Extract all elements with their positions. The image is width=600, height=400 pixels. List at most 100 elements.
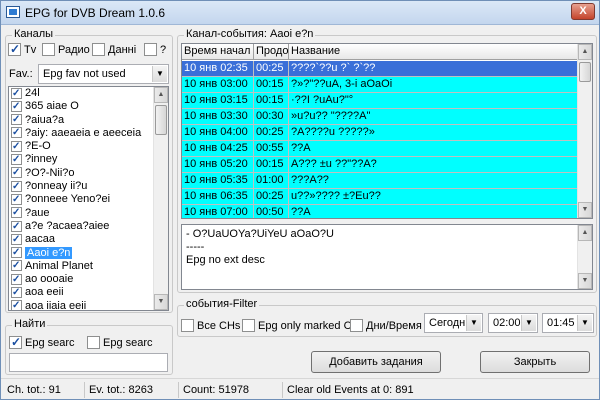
channel-checkbox[interactable] [11,166,22,179]
event-description[interactable]: - O?UaUOYa?UiYeU aOaO?U ----- Epg no ext… [181,224,593,290]
close-button[interactable]: Закрыть [480,351,590,373]
day-select[interactable]: Сегодн ▼ [424,313,483,333]
channel-list-item[interactable]: 24l [9,87,155,100]
checkbox-box[interactable] [9,335,22,349]
event-row[interactable]: 10 янв 03:15 00:15 ·??I ?uAu?"° [182,93,578,109]
channel-checkbox[interactable] [11,87,22,100]
channel-list-item[interactable]: ?aue [9,206,155,220]
channel-checkbox[interactable] [11,113,22,126]
chevron-down-icon[interactable]: ▼ [521,315,536,331]
event-row[interactable]: 10 янв 04:00 00:25 ?A????u ?????» [182,125,578,141]
channel-checkbox[interactable] [11,193,22,206]
checkbox-box[interactable] [144,43,157,56]
app-icon [6,6,20,18]
channel-checkbox[interactable] [11,233,22,246]
days-time-checkbox[interactable]: Дни/Время [350,319,422,332]
scroll-up-icon[interactable]: ▲ [578,44,592,60]
checkbox-box[interactable] [92,43,105,56]
channel-label: aoa eeii [25,286,64,299]
channel-list-item[interactable]: aacaa [9,233,155,246]
add-tasks-button[interactable]: Добавить задания [311,351,441,373]
scroll-thumb[interactable] [579,62,591,82]
description-line: - O?UaUOYa?UiYeU aOaO?U [186,228,334,240]
event-row[interactable]: 10 янв 04:25 00:55 ??A [182,141,578,157]
checkbox-box[interactable] [87,336,100,349]
event-row[interactable]: 10 янв 06:35 00:25 u??»???? ±?Eu?? [182,189,578,205]
time-to-select[interactable]: 01:45 ▼ [542,313,594,333]
epg-search-option-2[interactable]: Epg searc [87,336,153,349]
scroll-thumb[interactable] [155,105,167,135]
channel-list-item[interactable]: ao oooaie [9,273,155,286]
chevron-down-icon[interactable]: ▼ [577,315,592,331]
event-start-cell: 10 янв 04:25 [182,141,254,156]
channel-checkbox[interactable] [11,259,22,272]
fav-select[interactable]: Epg fav not used ▼ [38,64,169,84]
chevron-down-icon[interactable]: ▼ [466,315,481,331]
events-grid-scrollbar[interactable]: ▲ ▼ [577,44,592,218]
event-row[interactable]: 10 янв 03:30 00:30 »u?u?? "????A" [182,109,578,125]
channel-checkbox[interactable] [11,299,22,310]
channel-list[interactable]: 24l365 aiae O?aiua?a?aiy: aaeaeia e aeec… [8,86,169,311]
channel-checkbox[interactable] [11,273,22,286]
channel-list-item[interactable]: ?O?-Nii?o [9,166,155,180]
event-row[interactable]: 10 янв 07:00 00:50 ??A [182,205,578,218]
channel-checkbox[interactable] [11,126,22,139]
channel-list-item[interactable]: Animal Planet [9,259,155,273]
checkbox-box[interactable] [350,319,363,332]
channel-list-item[interactable]: ?E-O [9,140,155,153]
time-from-select[interactable]: 02:00 ▼ [488,313,538,333]
column-header-start[interactable]: Время начал [182,44,254,60]
channel-list-item[interactable]: ?inney [9,153,155,166]
scroll-down-icon[interactable]: ▼ [578,202,592,218]
channel-checkbox[interactable] [11,153,22,166]
channel-list-item[interactable]: ?aiy: aaeaeia e aeeceia [9,126,155,140]
event-row[interactable]: 10 янв 05:20 00:15 A??? ±u ??"??A? [182,157,578,173]
event-name-cell: u??»???? ±?Eu?? [289,189,578,204]
filter-radio-checkbox[interactable]: Радио [42,43,90,56]
channel-checkbox[interactable] [11,286,22,299]
channel-list-item[interactable]: Aaoi e?n [9,246,155,260]
description-scrollbar[interactable]: ▲ ▼ [577,225,592,289]
checkbox-box[interactable] [42,43,55,56]
scroll-up-icon[interactable]: ▲ [154,87,168,103]
scroll-down-icon[interactable]: ▼ [154,294,168,310]
scroll-up-icon[interactable]: ▲ [578,225,592,241]
channel-list-item[interactable]: ?aiua?a [9,113,155,127]
filter-data-checkbox[interactable]: Данні [92,43,136,56]
checkbox-box[interactable] [242,319,255,332]
all-channels-checkbox[interactable]: Все CHs [181,319,240,332]
channel-list-item[interactable]: 365 aiae O [9,100,155,113]
channel-label: ?aiy: aaeaeia e aeeceia [25,126,142,139]
chevron-down-icon[interactable]: ▼ [152,66,167,82]
channel-checkbox[interactable] [11,246,22,259]
close-window-button[interactable]: X [571,3,595,20]
event-name-cell: A??? ±u ??"??A? [289,157,578,172]
event-row[interactable]: 10 янв 05:35 01:00 ???A?? [182,173,578,189]
event-row[interactable]: 10 янв 02:35 00:25 ????`??u ?` ?`?? [182,61,578,77]
channel-label: ?aiua?a [25,113,65,126]
channel-list-item[interactable]: ?onneay ii?u [9,180,155,193]
epg-only-marked-checkbox[interactable]: Epg only marked C [242,319,352,332]
filter-tv-checkbox[interactable]: Tv [8,42,36,56]
channel-checkbox[interactable] [11,140,22,153]
event-row[interactable]: 10 янв 03:00 00:15 ?»?"??uA, 3-i aOaOi [182,77,578,93]
checkbox-box[interactable] [8,42,21,56]
column-header-name[interactable]: Название [289,44,578,60]
channel-list-item[interactable]: aoa eeii [9,286,155,299]
channel-list-scrollbar[interactable]: ▲ ▼ [153,87,168,310]
epg-search-option-1[interactable]: Epg searc [9,335,75,349]
events-grid[interactable]: Время начал Продо Название 10 янв 02:35 0… [181,43,593,219]
search-input[interactable] [9,353,168,372]
channel-checkbox[interactable] [11,180,22,193]
checkbox-box[interactable] [181,319,194,332]
channel-list-item[interactable]: a?e ?acaea?aiee [9,220,155,233]
filter-other-checkbox[interactable]: ? [144,43,166,56]
channel-checkbox[interactable] [11,100,22,113]
title-bar[interactable]: EPG for DVB Dream 1.0.6 X [1,1,599,25]
scroll-down-icon[interactable]: ▼ [578,273,592,289]
channel-list-item[interactable]: ?onneee Yeno?ei [9,193,155,206]
channel-list-item[interactable]: aoa iiaia eeii [9,299,155,310]
channel-checkbox[interactable] [11,206,22,219]
channel-checkbox[interactable] [11,220,22,233]
column-header-duration[interactable]: Продо [254,44,289,60]
